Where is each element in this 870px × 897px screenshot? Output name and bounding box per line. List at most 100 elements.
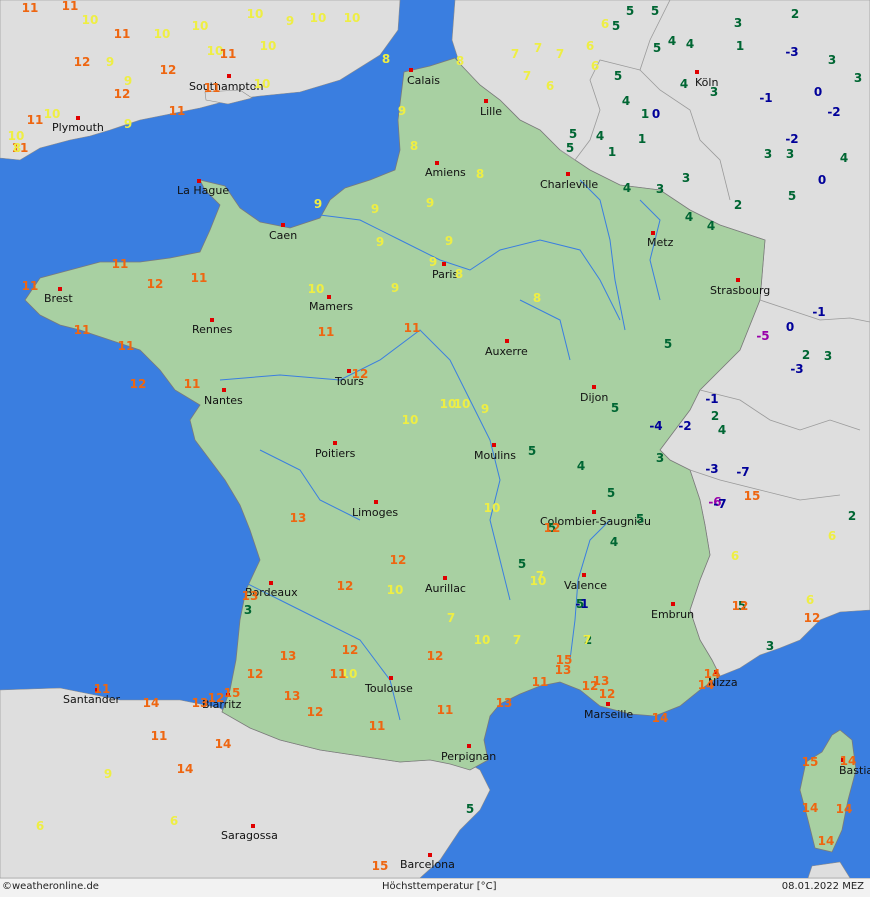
temperature-value: 12 — [147, 277, 164, 291]
temperature-value: 4 — [668, 34, 676, 48]
temperature-value: 0 — [786, 320, 794, 334]
temperature-value: 9 — [376, 235, 384, 249]
city-dot — [484, 99, 488, 103]
temperature-value: 3 — [824, 349, 832, 363]
temperature-value: 10 — [344, 11, 361, 25]
temperature-value: 11 — [184, 377, 201, 391]
map-date: 08.01.2022 MEZ — [781, 881, 864, 892]
temperature-value: 14 — [215, 737, 232, 751]
temperature-value: 11 — [330, 667, 347, 681]
temperature-value: 6 — [828, 529, 836, 543]
temperature-value: 5 — [566, 141, 574, 155]
city-label: Charleville — [540, 178, 598, 191]
city-label: Mamers — [309, 300, 353, 313]
temperature-value: 10 — [82, 13, 99, 27]
temperature-value: 6 — [36, 819, 44, 833]
temperature-value: 14 — [143, 696, 160, 710]
city-dot — [671, 602, 675, 606]
temperature-value: 12 — [342, 643, 359, 657]
temperature-value: 11 — [62, 0, 79, 13]
temperature-value: 5 — [664, 337, 672, 351]
temperature-value: 5 — [528, 444, 536, 458]
temperature-value: 3 — [828, 53, 836, 67]
temperature-value: 2 — [802, 348, 810, 362]
temperature-value: 11 — [22, 1, 39, 15]
temperature-value: 11 — [114, 27, 131, 41]
temperature-value: 7 — [447, 611, 455, 625]
city-dot — [442, 262, 446, 266]
temperature-value: 10 — [154, 27, 171, 41]
temperature-value: 5 — [612, 19, 620, 33]
city-dot — [269, 581, 273, 585]
temperature-value: 11 — [191, 271, 208, 285]
city-label: Rennes — [192, 323, 233, 336]
city-label: Barcelona — [400, 858, 455, 871]
temperature-value: 4 — [718, 423, 726, 437]
temperature-value: 14 — [840, 754, 857, 768]
temperature-value: 3 — [244, 603, 252, 617]
city-label: Lille — [480, 105, 502, 118]
temperature-value: 12 — [114, 87, 131, 101]
temperature-value: 2 — [711, 409, 719, 423]
temperature-value: 9 — [426, 196, 434, 210]
temperature-value: -1 — [812, 305, 825, 319]
temperature-value: 10 — [530, 574, 547, 588]
temperature-value: 11 — [204, 81, 221, 95]
temperature-value: 5 — [788, 189, 796, 203]
temperature-value: 9 — [371, 202, 379, 216]
city-dot — [505, 339, 509, 343]
temperature-value: 8 — [13, 141, 21, 155]
temperature-value: 3 — [734, 16, 742, 30]
city-dot — [566, 172, 570, 176]
temperature-value: 10 — [260, 39, 277, 53]
temperature-value: 7 — [511, 47, 519, 61]
city-dot — [443, 576, 447, 580]
city-label: Saragossa — [221, 829, 278, 842]
temperature-value: 5 — [607, 486, 615, 500]
city-label: Perpignan — [441, 750, 496, 763]
temperature-value: 15 — [372, 859, 389, 873]
temperature-value: 2 — [791, 7, 799, 21]
temperature-value: 11 — [112, 257, 129, 271]
temperature-value: 3 — [766, 639, 774, 653]
temperature-value: -2 — [785, 132, 798, 146]
weather-map: CalaisLilleKölnAmiensCharlevilleLa Hague… — [0, 0, 870, 878]
temperature-value: -3 — [705, 462, 718, 476]
temperature-value: 2 — [734, 198, 742, 212]
temperature-value: 11 — [74, 323, 91, 337]
temperature-value: 0 — [814, 85, 822, 99]
city-label: Brest — [44, 292, 73, 305]
temperature-value: 3 — [710, 85, 718, 99]
temperature-value: 6 — [591, 59, 599, 73]
temperature-value: -1 — [759, 91, 772, 105]
city-dot — [389, 676, 393, 680]
city-dot — [374, 500, 378, 504]
copyright-label[interactable]: ©weatheronline.de — [2, 881, 99, 892]
city-dot — [582, 573, 586, 577]
temperature-value: 9 — [124, 117, 132, 131]
temperature-value: 8 — [533, 291, 541, 305]
city-dot — [428, 853, 432, 857]
temperature-value: 0 — [818, 173, 826, 187]
temperature-value: -2 — [678, 419, 691, 433]
temperature-value: 3 — [854, 71, 862, 85]
temperature-value: 11 — [151, 729, 168, 743]
city-label: Strasbourg — [710, 284, 770, 297]
temperature-value: 6 — [731, 549, 739, 563]
temperature-value: -3 — [785, 45, 798, 59]
temperature-value: 1 — [736, 39, 744, 53]
temperature-value: 10 — [247, 7, 264, 21]
map-footer: ©weatheronline.de Höchsttemperatur [°C] … — [0, 878, 870, 897]
temperature-value: 12 — [74, 55, 91, 69]
temperature-value: -1 — [705, 392, 718, 406]
city-label: Aurillac — [425, 582, 466, 595]
temperature-value: 11 — [169, 104, 186, 118]
temperature-value: 3 — [656, 451, 664, 465]
city-label: Moulins — [474, 449, 516, 462]
city-dot — [592, 510, 596, 514]
temperature-value: 10 — [387, 583, 404, 597]
city-label: Plymouth — [52, 121, 104, 134]
city-dot — [251, 824, 255, 828]
city-label: Caen — [269, 229, 297, 242]
temperature-value: 4 — [686, 37, 694, 51]
